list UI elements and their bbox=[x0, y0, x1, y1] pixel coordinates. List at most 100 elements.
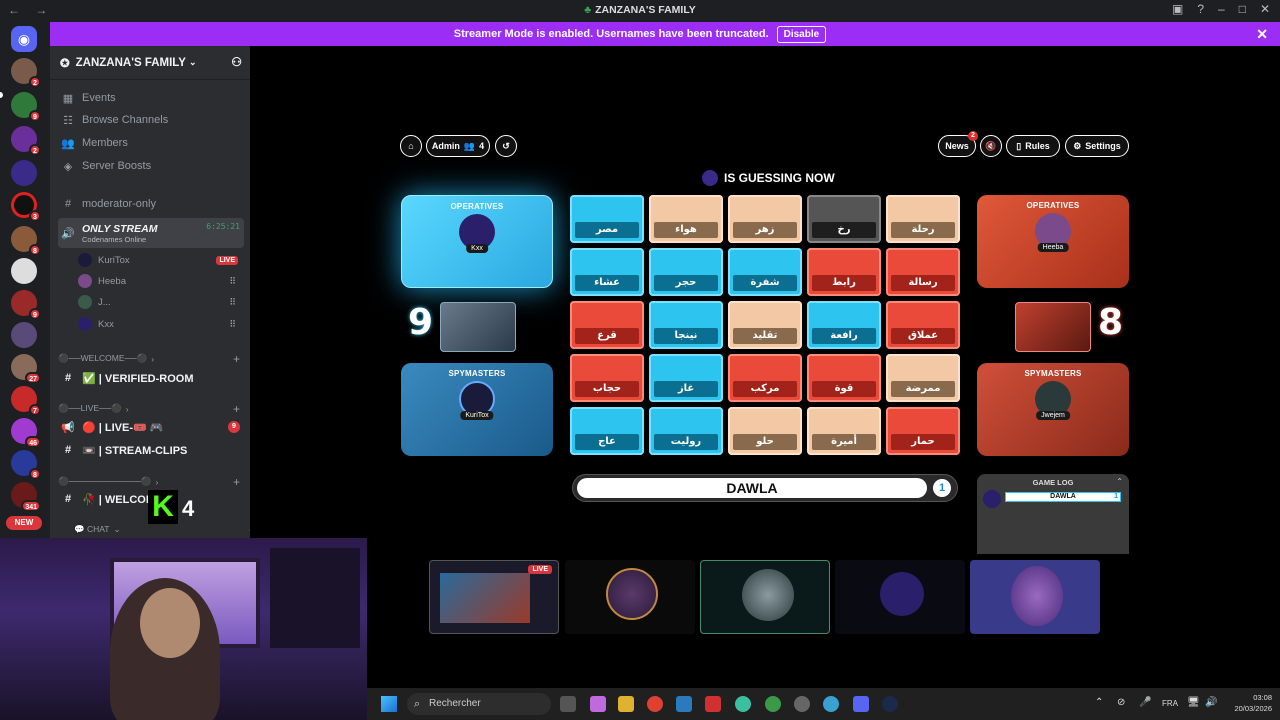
channel-verified-room[interactable]: # ✅ | VERIFIED-ROOM bbox=[58, 368, 244, 388]
participant-tile[interactable] bbox=[700, 560, 830, 634]
app-icon[interactable] bbox=[765, 696, 781, 712]
settings-button[interactable]: ⚙ Settings bbox=[1065, 135, 1129, 157]
channel-stream-clips[interactable]: # 📼 | STREAM-CLIPS bbox=[58, 440, 244, 460]
word-card[interactable]: رحلة bbox=[886, 195, 960, 243]
word-card[interactable]: ممرضة bbox=[886, 354, 960, 402]
mute-button[interactable]: 🔇 bbox=[980, 135, 1002, 157]
tray-chevron-icon[interactable]: ⌃ bbox=[1095, 697, 1103, 708]
word-card[interactable]: رافعة bbox=[807, 301, 881, 349]
taskbar-search[interactable]: ⌕ Rechercher bbox=[407, 693, 551, 715]
news-button[interactable]: News 2 bbox=[938, 131, 978, 157]
server-icon[interactable] bbox=[11, 258, 37, 284]
red-operatives-panel[interactable]: OPERATIVES Heeba bbox=[977, 195, 1129, 288]
word-card[interactable]: شفرة bbox=[728, 248, 802, 296]
collapse-icon[interactable]: ⌃ bbox=[1116, 477, 1123, 486]
rules-button[interactable]: ▯ Rules bbox=[1006, 135, 1060, 157]
word-card[interactable]: عملاق bbox=[886, 301, 960, 349]
sidebar-item-boosts[interactable]: ◈ Server Boosts bbox=[58, 156, 244, 176]
close-button[interactable]: ✕ bbox=[1260, 2, 1270, 16]
voice-user[interactable]: KuriTox LIVE bbox=[78, 251, 238, 269]
volume-icon[interactable]: 🔊 bbox=[1205, 697, 1217, 708]
invite-icon[interactable]: ⚇ bbox=[231, 55, 242, 69]
word-card[interactable]: رسالة bbox=[886, 248, 960, 296]
word-card[interactable]: رخ bbox=[807, 195, 881, 243]
folder-icon[interactable] bbox=[618, 696, 634, 712]
reset-button[interactable]: ↺ bbox=[495, 135, 517, 157]
home-button[interactable]: ⌂ bbox=[400, 135, 422, 157]
server-icon[interactable]: 2 bbox=[11, 58, 41, 88]
word-card[interactable]: حمار bbox=[886, 407, 960, 455]
category-blank[interactable]: ⚫────────────⚫ › + bbox=[58, 475, 244, 489]
app-icon[interactable] bbox=[823, 696, 839, 712]
steam-icon[interactable] bbox=[882, 696, 898, 712]
edge-icon[interactable] bbox=[735, 696, 751, 712]
minimize-button[interactable]: – bbox=[1218, 2, 1225, 16]
word-card[interactable]: أميرة bbox=[807, 407, 881, 455]
word-card[interactable]: حلو bbox=[728, 407, 802, 455]
disable-button[interactable]: Disable bbox=[776, 25, 827, 43]
new-badge[interactable]: NEW bbox=[6, 516, 42, 530]
word-card[interactable]: مركب bbox=[728, 354, 802, 402]
word-card[interactable]: رابط bbox=[807, 248, 881, 296]
word-card[interactable]: عشاء bbox=[570, 248, 644, 296]
sidebar-item-browse[interactable]: ☷ Browse Channels bbox=[58, 110, 244, 130]
voice-user[interactable]: Heeba ⠿ bbox=[78, 272, 238, 290]
blue-spymasters-panel[interactable]: SPYMASTERS KuriTox bbox=[401, 363, 553, 456]
word-card[interactable]: قرع bbox=[570, 301, 644, 349]
word-card[interactable]: مصر bbox=[570, 195, 644, 243]
server-icon[interactable]: 8 bbox=[11, 226, 41, 256]
copilot-icon[interactable] bbox=[590, 696, 606, 712]
voice-user[interactable]: J... ⠿ bbox=[78, 293, 238, 311]
sidebar-item-members[interactable]: 👥 Members bbox=[58, 133, 244, 153]
app-icon[interactable] bbox=[705, 696, 721, 712]
task-view-icon[interactable] bbox=[560, 696, 576, 712]
maximize-button[interactable]: □ bbox=[1239, 2, 1246, 16]
discord-home-icon[interactable]: ◉ bbox=[11, 26, 37, 52]
server-icon[interactable]: 9 bbox=[11, 290, 41, 320]
add-channel-icon[interactable]: + bbox=[233, 402, 240, 416]
stream-tile[interactable]: LIVE bbox=[429, 560, 559, 634]
clock[interactable]: 03:08 20/03/2026 bbox=[1234, 692, 1272, 714]
language-indicator[interactable]: FRA bbox=[1162, 699, 1178, 708]
red-spymasters-panel[interactable]: SPYMASTERS Jwejem bbox=[977, 363, 1129, 456]
category-chat[interactable]: 💬 CHAT⌄+ bbox=[74, 523, 260, 537]
help-icon[interactable]: ? bbox=[1197, 2, 1204, 16]
word-card[interactable]: قوة bbox=[807, 354, 881, 402]
server-icon[interactable] bbox=[11, 160, 37, 186]
channel-moderator-only[interactable]: # moderator-only bbox=[58, 194, 244, 214]
server-icon[interactable]: 3 bbox=[11, 192, 41, 222]
admin-button[interactable]: Admin 👥 4 bbox=[426, 135, 490, 157]
server-icon[interactable] bbox=[11, 322, 37, 348]
word-card[interactable]: زهر bbox=[728, 195, 802, 243]
microphone-icon[interactable]: 🎤 bbox=[1139, 697, 1151, 708]
game-log[interactable]: GAME LOG ⌃ DAWLA 1 bbox=[977, 474, 1129, 554]
word-card[interactable]: غاز bbox=[649, 354, 723, 402]
sidebar-item-events[interactable]: ▦ Events bbox=[58, 88, 244, 108]
server-icon[interactable]: 8 bbox=[11, 450, 41, 480]
network-icon[interactable]: 🖥 bbox=[1187, 697, 1200, 708]
windows-start-icon[interactable] bbox=[381, 696, 397, 712]
server-icon[interactable]: 27 bbox=[11, 354, 41, 384]
word-card[interactable]: حجاب bbox=[570, 354, 644, 402]
server-icon[interactable]: 9 bbox=[11, 92, 41, 122]
server-icon[interactable]: 7 bbox=[11, 386, 41, 416]
word-card[interactable]: روليت bbox=[649, 407, 723, 455]
voice-channel-only-stream[interactable]: 🔊 ONLY STREAM Codenames Online 6:25:21 bbox=[58, 218, 244, 248]
voice-user[interactable]: Kxx ⠿ bbox=[78, 315, 238, 333]
obs-icon[interactable] bbox=[794, 696, 810, 712]
add-channel-icon[interactable]: + bbox=[233, 475, 240, 489]
word-card[interactable]: هواء bbox=[649, 195, 723, 243]
category-welcome[interactable]: ⚫──WELCOME──⚫ › + bbox=[58, 352, 244, 366]
discord-icon[interactable] bbox=[853, 696, 869, 712]
server-icon[interactable]: 2 bbox=[11, 126, 41, 156]
chrome-icon[interactable] bbox=[647, 696, 663, 712]
blue-operatives-panel[interactable]: OPERATIVES Kxx bbox=[401, 195, 553, 288]
word-card[interactable]: نينجا bbox=[649, 301, 723, 349]
word-card[interactable]: تقليد bbox=[728, 301, 802, 349]
server-header[interactable]: ✪ ZANZANA'S FAMILY ⌄ ⚇ bbox=[50, 46, 250, 80]
close-banner-icon[interactable]: ✕ bbox=[1256, 26, 1268, 43]
participant-tile[interactable] bbox=[970, 560, 1100, 634]
inbox-icon[interactable]: ▣ bbox=[1172, 2, 1183, 16]
add-channel-icon[interactable]: + bbox=[233, 352, 240, 366]
app-icon[interactable] bbox=[676, 696, 692, 712]
